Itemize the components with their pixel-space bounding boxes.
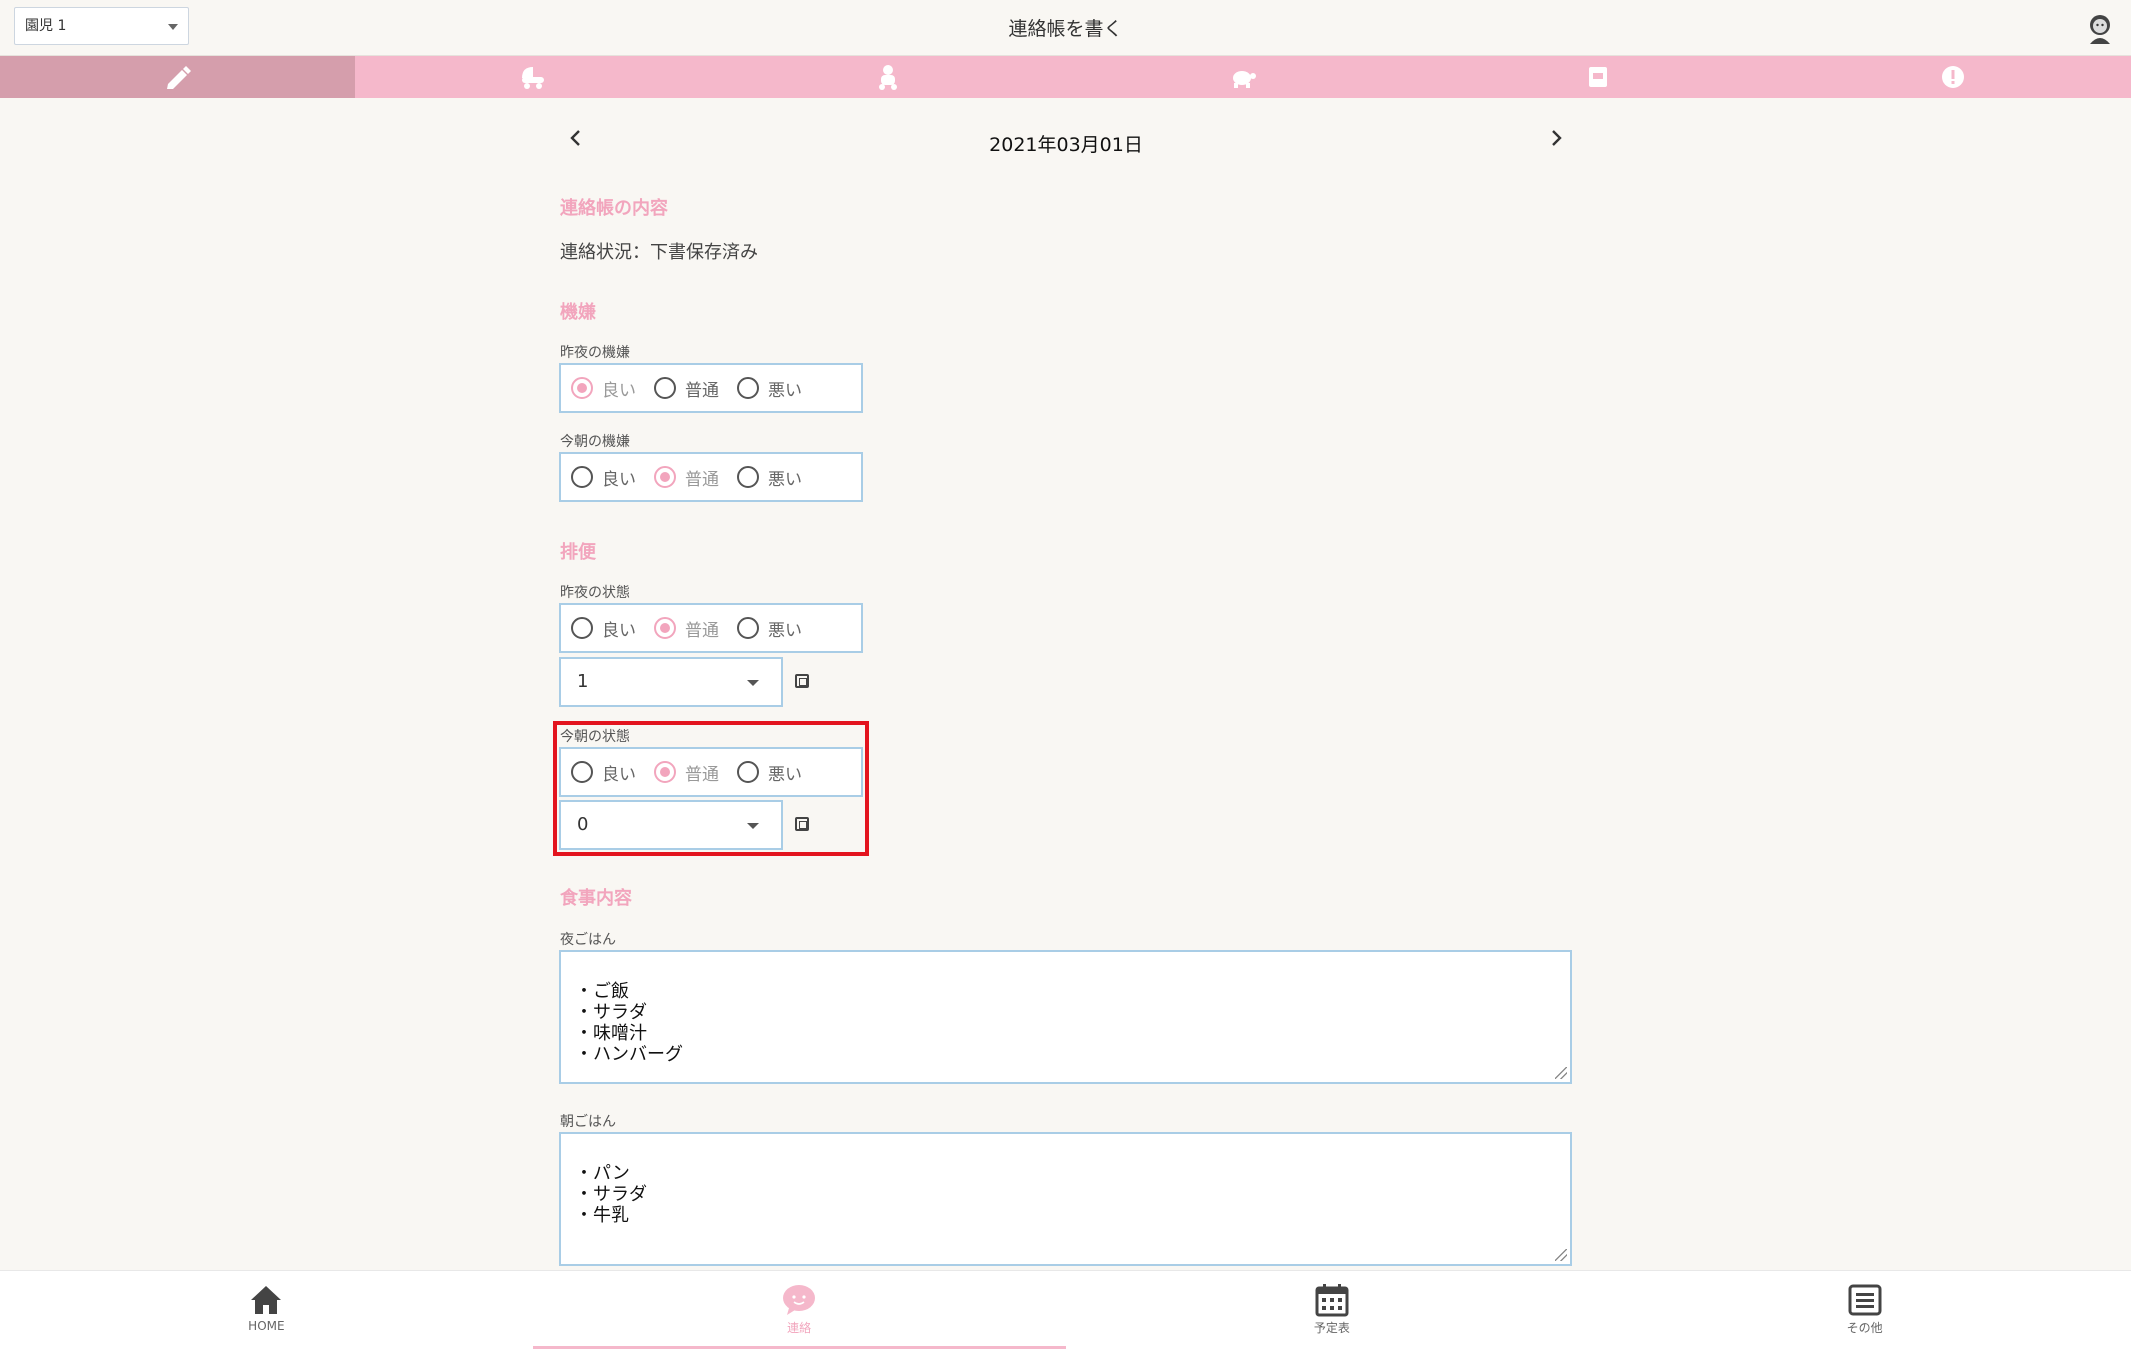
bowel-this-morning-good[interactable]: 良い — [571, 760, 636, 785]
stroller-icon — [521, 67, 544, 89]
bowel-this-morning-radio-group: 良い 普通 悪い — [559, 747, 863, 797]
radio-icon — [737, 377, 759, 399]
count-select-value: 1 — [577, 671, 589, 692]
turtle-icon — [1233, 71, 1257, 88]
chat-face-icon — [783, 1285, 816, 1315]
bowel-last-night-good[interactable]: 良い — [571, 616, 636, 641]
tab-stroller[interactable] — [355, 56, 710, 98]
bottom-nav-contact[interactable]: 連絡 — [532, 1271, 1066, 1351]
home-icon — [251, 1286, 282, 1314]
radio-icon — [737, 761, 759, 783]
child-select-value: 園児 1 — [25, 18, 67, 34]
radio-icon — [737, 617, 759, 639]
mood-this-morning-label: 今朝の機嫌 — [560, 434, 630, 450]
meal-dinner-text: ・ご飯 ・サラダ ・味噌汁 ・ハンバーグ — [575, 981, 683, 1065]
radio-icon — [737, 466, 759, 488]
menu-icon — [1848, 1284, 1882, 1316]
tab-write-note[interactable] — [0, 56, 356, 98]
tab-alert[interactable] — [1776, 56, 2131, 98]
meal-breakfast-label: 朝ごはん — [560, 1114, 616, 1130]
bowel-last-night-normal[interactable]: 普通 — [654, 616, 719, 641]
date-navigator: 2021年03月01日 — [560, 120, 1572, 160]
status-text: 連絡状況：下書保存済み — [560, 242, 758, 263]
radio-checked-icon — [654, 617, 676, 639]
mood-this-morning-radio-group: 良い 普通 悪い — [559, 452, 863, 502]
bowel-last-night-bad[interactable]: 悪い — [737, 616, 802, 641]
section-title-mood: 機嫌 — [560, 302, 596, 323]
bottom-nav-other[interactable]: その他 — [1598, 1271, 2131, 1351]
chevron-down-icon — [747, 823, 759, 829]
pencil-icon — [166, 66, 191, 89]
mood-this-morning-good[interactable]: 良い — [571, 465, 636, 490]
main-content: 2021年03月01日 連絡帳の内容 連絡状況：下書保存済み 機嫌 昨夜の機嫌 … — [0, 98, 2131, 1270]
chevron-right-icon[interactable] — [1544, 126, 1568, 150]
count-select-value: 0 — [577, 814, 589, 835]
toddler-icon — [878, 65, 897, 90]
meal-dinner-label: 夜ごはん — [560, 932, 616, 948]
radio-icon — [571, 466, 593, 488]
mood-this-morning-normal[interactable]: 普通 — [654, 465, 719, 490]
page-title: 連絡帳を書く — [1008, 18, 1123, 40]
square-icon[interactable] — [795, 817, 809, 831]
mood-last-night-radio-group: 良い 普通 悪い — [559, 363, 863, 413]
bowel-this-morning-label: 今朝の状態 — [560, 729, 630, 745]
calendar-icon — [1315, 1284, 1349, 1317]
radio-icon — [654, 377, 676, 399]
bottom-nav-schedule[interactable]: 予定表 — [1066, 1271, 1599, 1351]
current-date: 2021年03月01日 — [989, 134, 1143, 156]
calendar-card-icon — [1589, 67, 1608, 87]
bottom-nav-home[interactable]: HOME — [0, 1271, 533, 1351]
user-avatar-icon[interactable] — [2087, 14, 2113, 44]
tab-calendar-card[interactable] — [1421, 56, 1776, 98]
section-title-content: 連絡帳の内容 — [560, 198, 668, 219]
bowel-last-night-label: 昨夜の状態 — [560, 585, 630, 601]
bowel-this-morning-normal[interactable]: 普通 — [654, 760, 719, 785]
mood-last-night-bad[interactable]: 悪い — [737, 376, 802, 401]
bowel-last-night-radio-group: 良い 普通 悪い — [559, 603, 863, 653]
radio-icon — [571, 617, 593, 639]
meal-breakfast-textarea[interactable]: ・パン ・サラダ ・牛乳 — [559, 1132, 1572, 1266]
radio-checked-icon — [654, 466, 676, 488]
bowel-this-morning-count-select[interactable]: 0 — [559, 800, 783, 850]
meal-breakfast-text: ・パン ・サラダ ・牛乳 — [575, 1163, 647, 1226]
child-select[interactable]: 園児 1 — [14, 7, 189, 45]
mood-last-night-normal[interactable]: 普通 — [654, 376, 719, 401]
mood-last-night-good[interactable]: 良い — [571, 376, 636, 401]
resize-handle-icon[interactable] — [1555, 1249, 1567, 1261]
radio-checked-icon — [654, 761, 676, 783]
section-title-meal: 食事内容 — [560, 888, 632, 909]
bottom-nav: HOME 連絡 予定表 その他 — [0, 1270, 2131, 1351]
mood-this-morning-bad[interactable]: 悪い — [737, 465, 802, 490]
radio-checked-icon — [571, 377, 593, 399]
square-icon[interactable] — [795, 674, 809, 688]
tab-turtle[interactable] — [1066, 56, 1421, 98]
chevron-down-icon — [168, 24, 178, 30]
bowel-last-night-count-select[interactable]: 1 — [559, 657, 783, 707]
resize-handle-icon[interactable] — [1555, 1067, 1567, 1079]
bowel-this-morning-bad[interactable]: 悪い — [737, 760, 802, 785]
alert-icon — [1942, 66, 1965, 88]
chevron-down-icon — [747, 680, 759, 686]
meal-dinner-textarea[interactable]: ・ご飯 ・サラダ ・味噌汁 ・ハンバーグ — [559, 950, 1572, 1084]
tab-toddler[interactable] — [710, 56, 1065, 98]
section-title-bowel: 排便 — [560, 542, 596, 563]
category-tab-bar — [0, 56, 2131, 98]
top-header: 園児 1 連絡帳を書く — [0, 0, 2131, 56]
radio-icon — [571, 761, 593, 783]
mood-last-night-label: 昨夜の機嫌 — [560, 345, 630, 361]
